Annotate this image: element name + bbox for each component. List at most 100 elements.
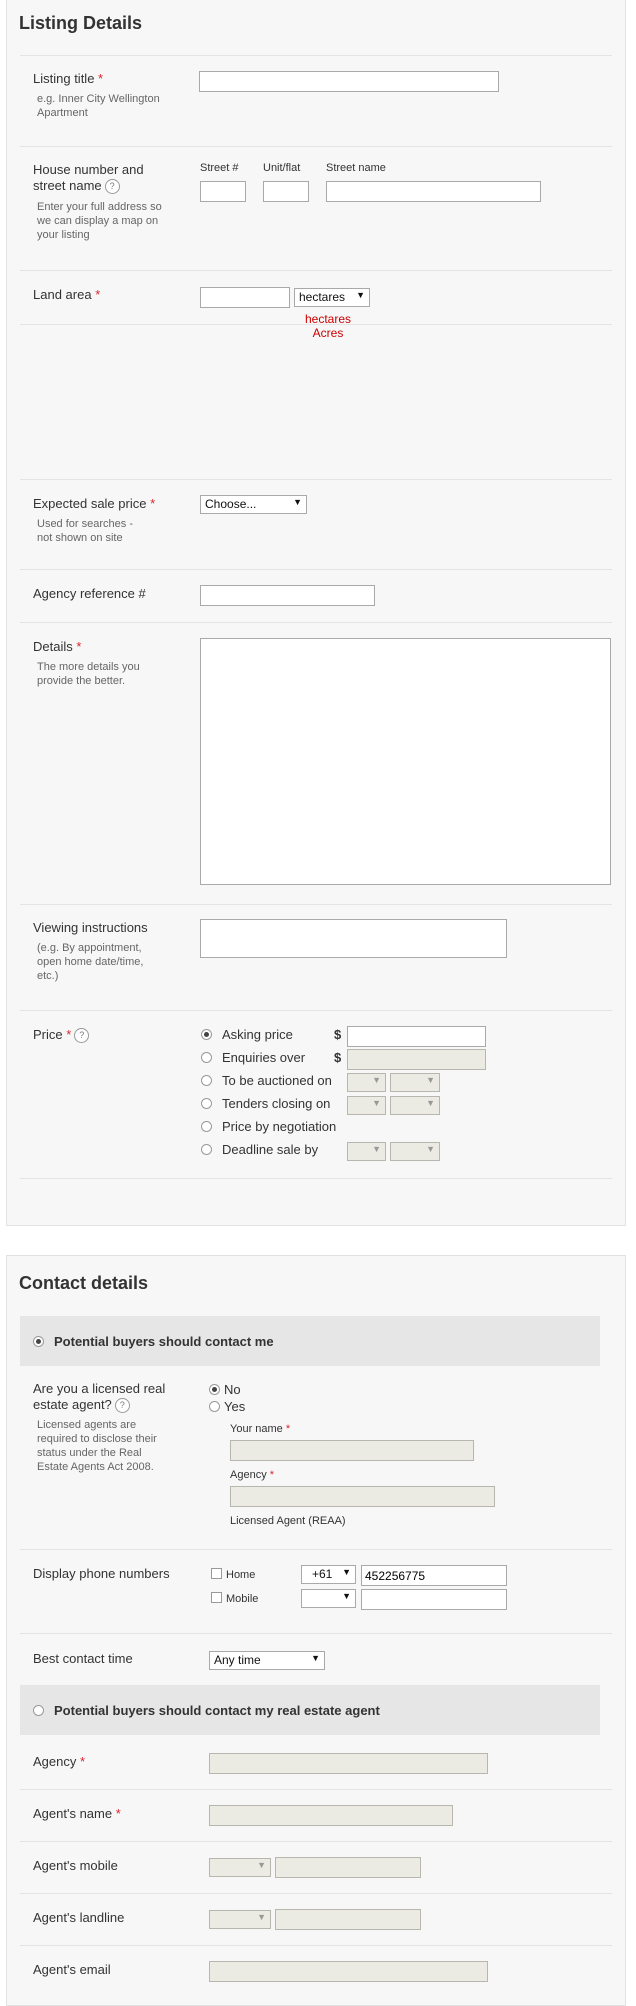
chevron-down-icon: ▼ [257, 1912, 266, 1922]
chevron-down-icon: ▼ [311, 1653, 320, 1663]
radio-tenders[interactable] [201, 1098, 212, 1109]
details-label: Details * [33, 639, 82, 654]
best-contact-time-select[interactable]: Any time ▼ [209, 1651, 325, 1670]
auction-time-select[interactable]: ▼ [390, 1073, 440, 1092]
agent-agency-input[interactable] [209, 1753, 488, 1774]
agent-agency-label: Agency * [33, 1754, 86, 1769]
mobile-code-select[interactable]: ▼ [301, 1589, 356, 1608]
chevron-down-icon: ▼ [372, 1144, 381, 1154]
radio-enquiries-over[interactable] [201, 1052, 212, 1063]
enquiries-over-input[interactable] [347, 1049, 486, 1070]
option-acres[interactable]: Acres [300, 326, 356, 340]
home-label: Home [226, 1569, 256, 1581]
land-area-unit-select[interactable]: hectares ▼ [294, 288, 370, 307]
viewing-textarea[interactable] [200, 919, 507, 958]
chevron-down-icon: ▼ [426, 1075, 435, 1085]
auction-date-select[interactable]: ▼ [347, 1073, 386, 1092]
divider [20, 1789, 612, 1790]
land-area-label: Land area * [33, 287, 101, 302]
viewing-help: (e.g. By appointment, open home date/tim… [37, 942, 144, 982]
sale-price-help: Used for searches - not shown on site [37, 518, 133, 544]
checkbox-home[interactable] [211, 1568, 222, 1579]
best-contact-time-label: Best contact time [33, 1651, 133, 1666]
divider [20, 1893, 612, 1894]
divider [20, 1010, 612, 1011]
contact-details-title: Contact details [19, 1273, 149, 1293]
agency-label: Agency * [230, 1469, 275, 1481]
your-name-input[interactable] [230, 1440, 474, 1461]
agent-email-label: Agent's email [33, 1962, 111, 1977]
home-code-select[interactable]: +61 ▼ [301, 1565, 356, 1584]
street-name-input[interactable] [326, 181, 541, 202]
enquiries-over-label: Enquiries over [222, 1050, 306, 1065]
mobile-number-input[interactable] [361, 1589, 507, 1610]
unit-flat-input[interactable] [263, 181, 309, 202]
radio-licensed-no[interactable] [209, 1384, 220, 1395]
agency-input[interactable] [230, 1486, 495, 1507]
street-name-label: Street name [326, 162, 386, 174]
divider [20, 904, 612, 905]
listing-title-input[interactable] [199, 71, 499, 92]
home-number-input[interactable] [361, 1565, 507, 1586]
deadline-date-select[interactable]: ▼ [347, 1142, 386, 1161]
licensed-note: Licensed Agent (REAA) [230, 1515, 346, 1527]
chevron-down-icon: ▼ [426, 1144, 435, 1154]
radio-asking-price[interactable] [201, 1029, 212, 1040]
details-textarea[interactable] [200, 638, 611, 885]
listing-title-help: e.g. Inner City Wellington Apartment [37, 93, 160, 119]
sale-price-label: Expected sale price * [33, 496, 156, 511]
agent-landline-code-select[interactable]: ▼ [209, 1910, 271, 1929]
divider [20, 622, 612, 623]
help-icon[interactable]: ? [114, 1398, 130, 1414]
chevron-down-icon: ▼ [293, 497, 302, 507]
agent-mobile-label: Agent's mobile [33, 1858, 118, 1873]
divider [20, 1945, 612, 1946]
help-icon[interactable]: ? [74, 1028, 90, 1044]
street-number-input[interactable] [200, 181, 246, 202]
land-area-unit-options: hectares Acres [300, 312, 356, 340]
currency-symbol: $ [334, 1050, 342, 1065]
viewing-label: Viewing instructions [33, 920, 148, 935]
chevron-down-icon: ▼ [372, 1075, 381, 1085]
agency-ref-input[interactable] [200, 585, 375, 606]
help-icon[interactable]: ? [104, 179, 120, 195]
agent-email-input[interactable] [209, 1961, 488, 1982]
land-area-input[interactable] [200, 287, 290, 308]
licensed-no-label: No [224, 1382, 241, 1397]
radio-contact-me[interactable] [33, 1336, 44, 1347]
agent-landline-input[interactable] [275, 1909, 421, 1930]
divider [20, 569, 612, 570]
radio-contact-agent[interactable] [33, 1705, 44, 1716]
agent-mobile-input[interactable] [275, 1857, 421, 1878]
tenders-label: Tenders closing on [222, 1096, 331, 1111]
unit-flat-label: Unit/flat [263, 162, 301, 174]
mobile-label: Mobile [226, 1593, 259, 1605]
divider [20, 1841, 612, 1842]
tenders-time-select[interactable]: ▼ [390, 1096, 440, 1115]
chevron-down-icon: ▼ [372, 1098, 381, 1108]
radio-deadline-sale[interactable] [201, 1144, 212, 1155]
agent-name-label: Agent's name * [33, 1806, 121, 1821]
agent-mobile-code-select[interactable]: ▼ [209, 1858, 271, 1877]
checkbox-mobile[interactable] [211, 1592, 222, 1603]
tenders-date-select[interactable]: ▼ [347, 1096, 386, 1115]
address-label: House number and street name? [33, 162, 144, 195]
radio-auction[interactable] [201, 1075, 212, 1086]
street-number-label: Street # [200, 162, 239, 174]
sale-price-select[interactable]: Choose... ▼ [200, 495, 307, 514]
listing-title-label: Listing title * [33, 71, 104, 86]
divider [20, 146, 612, 147]
currency-symbol: $ [334, 1027, 342, 1042]
divider [20, 324, 612, 325]
deadline-time-select[interactable]: ▼ [390, 1142, 440, 1161]
address-help: Enter your full address so we can displa… [37, 201, 162, 241]
agent-name-input[interactable] [209, 1805, 453, 1826]
divider [20, 1549, 612, 1550]
divider [20, 270, 612, 271]
asking-price-input[interactable] [347, 1026, 486, 1047]
radio-licensed-yes[interactable] [209, 1401, 220, 1412]
divider [20, 1178, 612, 1179]
radio-negotiation[interactable] [201, 1121, 212, 1132]
chevron-down-icon: ▼ [342, 1591, 351, 1601]
chevron-down-icon: ▼ [356, 290, 365, 300]
